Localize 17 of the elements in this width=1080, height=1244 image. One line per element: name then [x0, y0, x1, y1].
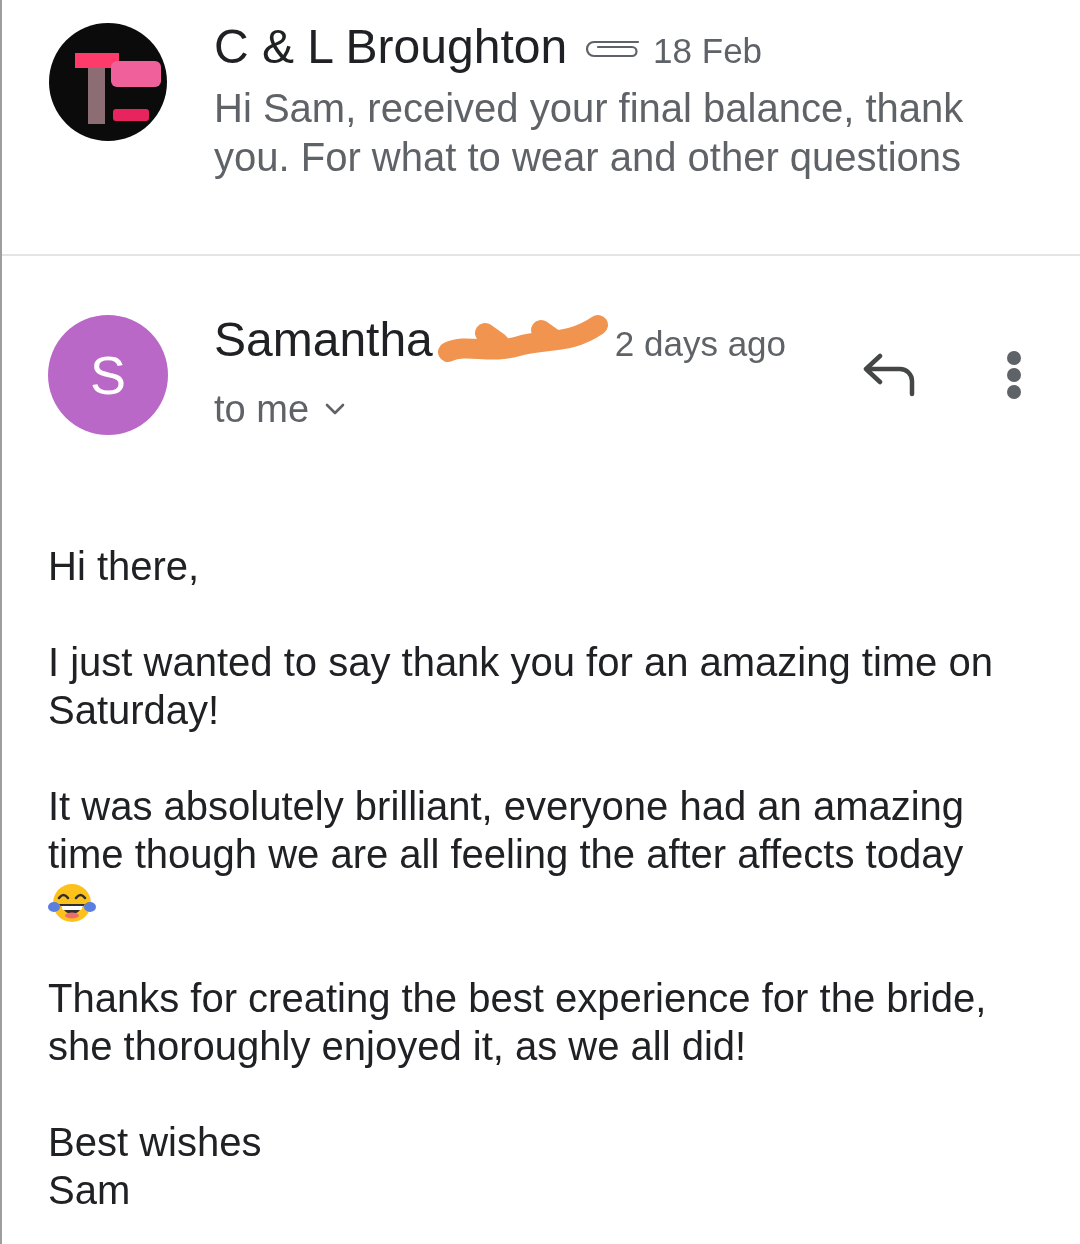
reply-arrow-icon: [863, 353, 915, 397]
body-text: It was absolutely brilliant, everyone had an amazing time though we are all feeling the after affects today: [48, 783, 966, 878]
sender-avatar: S: [48, 315, 168, 435]
recipient-details-toggle[interactable]: to me: [214, 387, 346, 431]
sender-name: Samantha: [214, 315, 433, 365]
body-text: I just wanted to say thank you for an amazing time on Saturday!: [48, 639, 994, 734]
logo-avatar-icon: [49, 23, 167, 141]
body-text: Sam: [48, 1167, 132, 1214]
sender-name: C & L Broughton: [214, 22, 568, 72]
body-text: Hi there,: [48, 543, 201, 590]
message-time: 2 days ago: [614, 323, 787, 365]
body-text: Best wishes: [48, 1119, 263, 1166]
message-snippet: Hi Sam, received your final balance, thank you. For what to wear and other questions: [214, 85, 965, 181]
chevron-down-icon: [325, 403, 346, 415]
body-text: Thanks for creating the best experience for the bride, she thoroughly enjoyed it, as we all did!: [48, 975, 988, 1070]
message-date: 18 Feb: [653, 30, 763, 72]
more-vertical-icon: [1007, 351, 1021, 399]
